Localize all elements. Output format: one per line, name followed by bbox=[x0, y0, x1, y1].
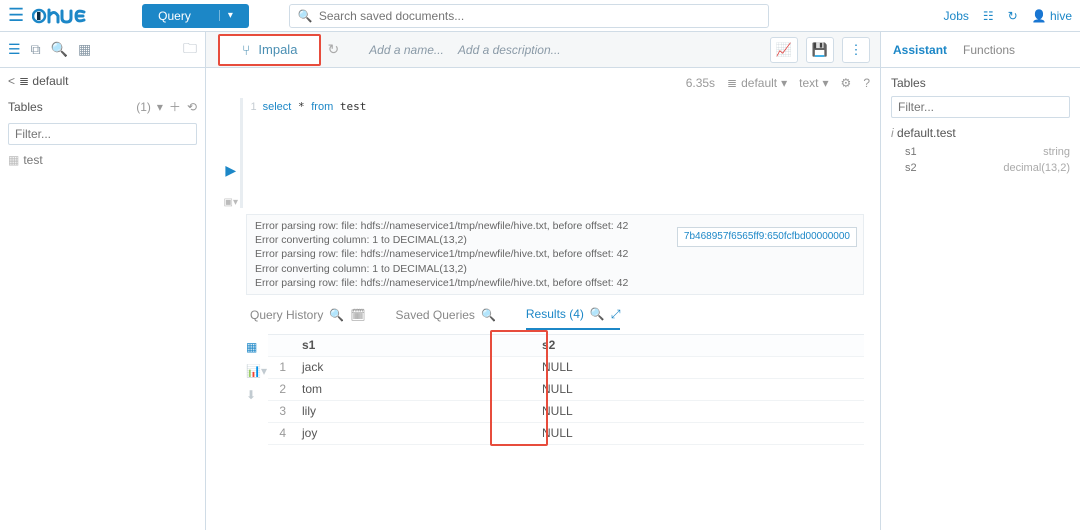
run-query-button[interactable]: ▶ bbox=[225, 162, 236, 179]
user-menu[interactable]: 👤 hive bbox=[1032, 9, 1072, 23]
col-s1[interactable]: s1 bbox=[296, 338, 536, 352]
engine-tab-impala[interactable]: ⑂ Impala bbox=[218, 34, 321, 66]
filter-icon[interactable]: ▾ bbox=[157, 100, 163, 114]
add-icon[interactable]: ＋ bbox=[169, 98, 181, 115]
table-row: 1jackNULL bbox=[268, 357, 864, 379]
save-icon[interactable]: 💾 bbox=[806, 37, 834, 63]
grid-icon[interactable]: ▦ bbox=[78, 41, 91, 58]
elapsed-time: 6.35s bbox=[686, 76, 715, 90]
chart-view-icon[interactable]: 📊▾ bbox=[246, 364, 268, 378]
more-icon[interactable]: ⋮ bbox=[842, 37, 870, 63]
tab-functions[interactable]: Functions bbox=[963, 43, 1015, 57]
right-filter-input[interactable] bbox=[891, 96, 1070, 118]
query-log: 7b468957f6565ff9:650fcfbd00000000 Error … bbox=[246, 214, 864, 295]
copy-icon[interactable]: ⧉ bbox=[31, 41, 41, 58]
tab-assistant[interactable]: Assistant bbox=[893, 43, 947, 57]
search-icon: 🔍 bbox=[481, 308, 496, 322]
search-icon: 🔍 bbox=[329, 308, 344, 322]
stop-icon[interactable]: ▣▾ bbox=[224, 197, 238, 208]
search-icon: 🔍 bbox=[298, 9, 313, 23]
add-name-input[interactable]: Add a name... bbox=[369, 43, 444, 57]
table-item-test[interactable]: ▦ test bbox=[0, 149, 205, 171]
expand-icon: ⤢ bbox=[611, 307, 621, 322]
assistant-column: s2decimal(13,2) bbox=[891, 160, 1070, 176]
search-icon: 🔍 bbox=[590, 307, 605, 321]
query-id-tooltip: 7b468957f6565ff9:650fcfbd00000000 bbox=[677, 227, 857, 247]
chart-icon[interactable]: 📈 bbox=[770, 37, 798, 63]
grid-view-icon[interactable]: ▦ bbox=[246, 340, 268, 354]
tables-filter-input[interactable] bbox=[8, 123, 197, 145]
right-tables-label: Tables bbox=[891, 76, 1070, 90]
assistant-table-item[interactable]: i default.test bbox=[891, 122, 1070, 144]
caret-down-icon: ▾ bbox=[219, 10, 233, 21]
info-icon: i bbox=[891, 126, 894, 140]
history-icon[interactable]: ↻ bbox=[1008, 9, 1018, 23]
menu-icon[interactable]: ☰ bbox=[8, 5, 24, 26]
assistant-column: s1string bbox=[891, 144, 1070, 160]
tab-saved-queries[interactable]: Saved Queries 🔍 bbox=[396, 308, 496, 328]
tables-count: (1) bbox=[136, 100, 151, 114]
help-icon[interactable]: ? bbox=[863, 76, 870, 90]
db-stack-icon: ≣ bbox=[19, 74, 29, 88]
jobs-list-icon[interactable]: ☷ bbox=[983, 9, 994, 23]
tab-query-history[interactable]: Query History 🔍 🗓 bbox=[250, 308, 366, 328]
folder-icon[interactable]: 🗀 bbox=[183, 38, 197, 62]
download-icon[interactable]: ⬇ bbox=[246, 388, 268, 402]
jobs-link[interactable]: Jobs bbox=[944, 9, 969, 23]
refresh-icon[interactable]: ⟲ bbox=[187, 100, 197, 114]
table-row: 2tomNULL bbox=[268, 379, 864, 401]
sql-editor[interactable]: 1select * from test bbox=[240, 98, 871, 208]
hue-logo bbox=[32, 6, 102, 26]
database-breadcrumb[interactable]: < ≣ default bbox=[0, 68, 205, 94]
results-table: s1 s2 1jackNULL 2tomNULL 3lilyNULL 4joyN… bbox=[268, 334, 864, 445]
chevron-left-icon: < bbox=[8, 74, 15, 88]
query-button[interactable]: Query▾ bbox=[142, 4, 249, 28]
col-s2[interactable]: s2 bbox=[536, 338, 864, 352]
tab-results[interactable]: Results (4) 🔍 ⤢ bbox=[526, 307, 621, 330]
table-row: 3lilyNULL bbox=[268, 401, 864, 423]
add-description-input[interactable]: Add a description... bbox=[458, 43, 561, 57]
db-selector[interactable]: ≣ default ▾ bbox=[727, 76, 787, 90]
impala-icon: ⑂ bbox=[242, 42, 250, 58]
table-row: 4joyNULL bbox=[268, 423, 864, 445]
calendar-icon: 🗓 bbox=[350, 308, 365, 322]
table-icon: ▦ bbox=[8, 153, 19, 167]
format-selector[interactable]: text ▾ bbox=[799, 76, 828, 90]
db-icon[interactable]: ☰ bbox=[8, 41, 21, 58]
recent-icon[interactable]: ↻ bbox=[327, 41, 339, 58]
search-documents-input[interactable]: 🔍 bbox=[289, 4, 769, 28]
search-left-icon[interactable]: 🔍 bbox=[51, 41, 68, 58]
tables-label: Tables bbox=[8, 100, 43, 114]
settings-icon[interactable]: ⚙ bbox=[841, 76, 852, 90]
